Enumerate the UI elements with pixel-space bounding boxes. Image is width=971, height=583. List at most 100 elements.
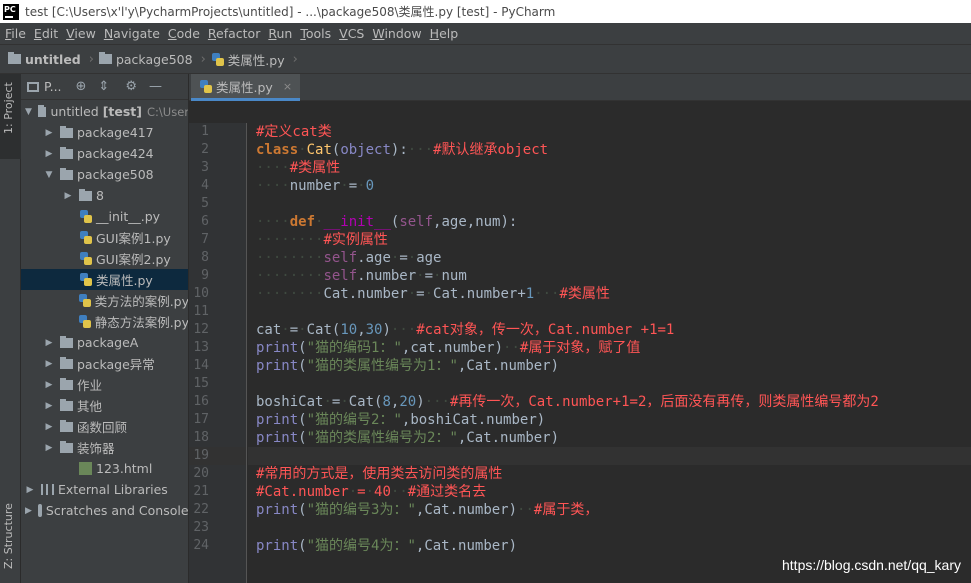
menu-item-edit[interactable]: Edit [29,26,61,41]
chevron-right-icon[interactable]: ▶ [25,506,32,516]
menu-mnemonic: C [167,26,177,41]
menu-item-view[interactable]: View [61,26,99,41]
tree-item[interactable]: ▼ untitled [test] C:\User [21,101,188,122]
menu-item-file[interactable]: File [0,26,29,41]
project-tool-tab[interactable]: 1: Project [0,74,21,159]
code-line[interactable]: ····number·=·0 [248,177,971,195]
code-token: = [289,322,299,338]
menu-item-window[interactable]: Window [367,26,424,41]
chevron-right-icon[interactable]: ▶ [44,422,54,432]
chevron-right-icon[interactable]: ▶ [44,380,54,390]
library-icon [41,484,54,495]
code-line[interactable]: class·Cat(object):···#默认继承object [248,141,971,159]
chevron-right-icon[interactable]: ▶ [44,338,54,348]
folder-icon [60,377,73,390]
tree-item[interactable]: ▶ Scratches and Consoles [21,500,189,521]
comment-token: #实例属性 [323,232,388,248]
code-line[interactable]: ····def·__init__(self,age,num): [248,213,971,231]
code-line[interactable]: #定义cat类 [248,123,971,141]
tree-item[interactable]: ▶ External Libraries [21,479,188,500]
collapse-icon[interactable]: ⇕ [98,79,109,94]
gear-icon[interactable]: ⚙ [125,79,137,94]
whitespace-marker: ··· [534,286,560,302]
menu-mnemonic: W [372,26,385,41]
structure-tool-tab[interactable]: Z: Structure [0,489,21,579]
tree-item[interactable]: 123.html [21,458,188,479]
chevron-right-icon[interactable]: ▶ [44,359,54,369]
tree-item[interactable]: GUI案例1.py [21,227,188,248]
code-line[interactable]: boshiCat·=·Cat(8,20)···#再传一次，Cat.number+… [248,393,971,411]
chevron-right-icon[interactable]: ▶ [63,191,73,201]
tree-item[interactable]: ▶ 其他 [21,395,188,416]
code-line[interactable]: ········Cat.number·=·Cat.number+1···#类属性 [248,285,971,303]
code-line[interactable] [248,303,971,321]
menu-label-rest: ode [176,26,200,41]
chevron-right-icon: › [200,51,206,67]
code-line[interactable]: ········self.number·=·num [248,267,971,285]
menu-item-tools[interactable]: Tools [295,26,334,41]
code-line[interactable] [248,447,971,465]
chevron-right-icon[interactable]: ▶ [44,128,54,138]
code-line[interactable]: #常用的方式是，使用类去访问类的属性 [248,465,971,483]
tree-item[interactable]: ▼ package508 [21,164,188,185]
code-line[interactable]: print("猫的编号4为：",Cat.number) [248,537,971,555]
tree-item-label: Scratches and Consoles [45,503,189,518]
code-line[interactable]: ····#类属性 [248,159,971,177]
menu-label-rest: CS [347,26,365,41]
code-line[interactable]: print("猫的类属性编号为1：",Cat.number) [248,357,971,375]
chevron-right-icon[interactable]: ▶ [44,149,54,159]
tree-item[interactable]: ▶ package424 [21,143,188,164]
tree-item[interactable]: ▶ package异常 [21,353,188,374]
code-line[interactable] [248,195,971,213]
chevron-right-icon[interactable]: ▶ [44,401,54,411]
menu-item-code[interactable]: Code [163,26,203,41]
chevron-down-icon[interactable]: ▼ [44,170,54,180]
tree-item[interactable]: 类方法的案例.py [21,290,188,311]
chevron-right-icon[interactable]: ▶ [44,443,54,453]
project-view-selector[interactable]: P... [44,79,62,94]
number-token: 0 [365,178,375,194]
menu-item-refactor[interactable]: Refactor [203,26,263,41]
tree-item-label: package417 [77,125,154,140]
tree-item[interactable]: ▶ 函数回顾 [21,416,188,437]
minimize-icon[interactable]: — [149,79,162,94]
breadcrumb-label: 类属性.py [227,52,285,68]
close-icon[interactable]: × [283,80,292,93]
code-line[interactable]: ········#实例属性 [248,231,971,249]
editor-tab-active[interactable]: 类属性.py × [191,74,301,101]
code-editor[interactable]: #定义cat类 class·Cat(object):···#默认继承object ·… [248,123,971,583]
code-line[interactable] [248,519,971,537]
breadcrumb-item-project[interactable]: untitled [8,52,81,67]
tree-item[interactable]: __init__.py [21,206,188,227]
code-line[interactable]: print("猫的编码1：",cat.number)··#属于对象，赋了值 [248,339,971,357]
tree-item[interactable]: 静态方法案例.py [21,311,188,332]
tree-item[interactable]: ▶ package417 [21,122,188,143]
code-line[interactable]: ········self.age·=·age [248,249,971,267]
menu-item-run[interactable]: Run [263,26,295,41]
code-line[interactable]: cat·=·Cat(10,30)···#cat对象，传一次，Cat.number… [248,321,971,339]
code-line[interactable]: print("猫的类属性编号为2：",Cat.number) [248,429,971,447]
line-number: 6 [201,214,209,229]
menu-item-help[interactable]: Help [425,26,462,41]
breadcrumb-item-package[interactable]: package508 [98,52,193,67]
code-line[interactable]: print("猫的编号3为：",Cat.number)··#属于类， [248,501,971,519]
menu-item-vcs[interactable]: VCS [334,26,367,41]
tree-item[interactable]: ▶ 作业 [21,374,188,395]
chevron-right-icon[interactable]: ▶ [25,485,35,495]
tree-item-label: 作业 [77,378,103,393]
tree-item[interactable]: ▶ 装饰器 [21,437,188,458]
code-line[interactable]: #Cat.number·=·40··#通过类名去 [248,483,971,501]
comment-token: #cat对象，传一次，Cat.number +1=1 [416,322,675,338]
menu-item-navigate[interactable]: Navigate [99,26,163,41]
tree-item[interactable]: 类属性.py [21,269,188,290]
code-token: , [357,322,366,338]
target-icon[interactable]: ⊕ [76,79,87,94]
code-line[interactable]: print("猫的编号2：",boshiCat.number) [248,411,971,429]
whitespace-marker: · [348,484,358,500]
tree-item[interactable]: ▶ 8 [21,185,188,206]
tree-item[interactable]: GUI案例2.py [21,248,188,269]
code-line[interactable] [248,375,971,393]
breadcrumb-item-file[interactable]: 类属性.py [211,50,285,69]
tree-item[interactable]: ▶ packageA [21,332,188,353]
chevron-down-icon[interactable]: ▼ [25,107,32,117]
